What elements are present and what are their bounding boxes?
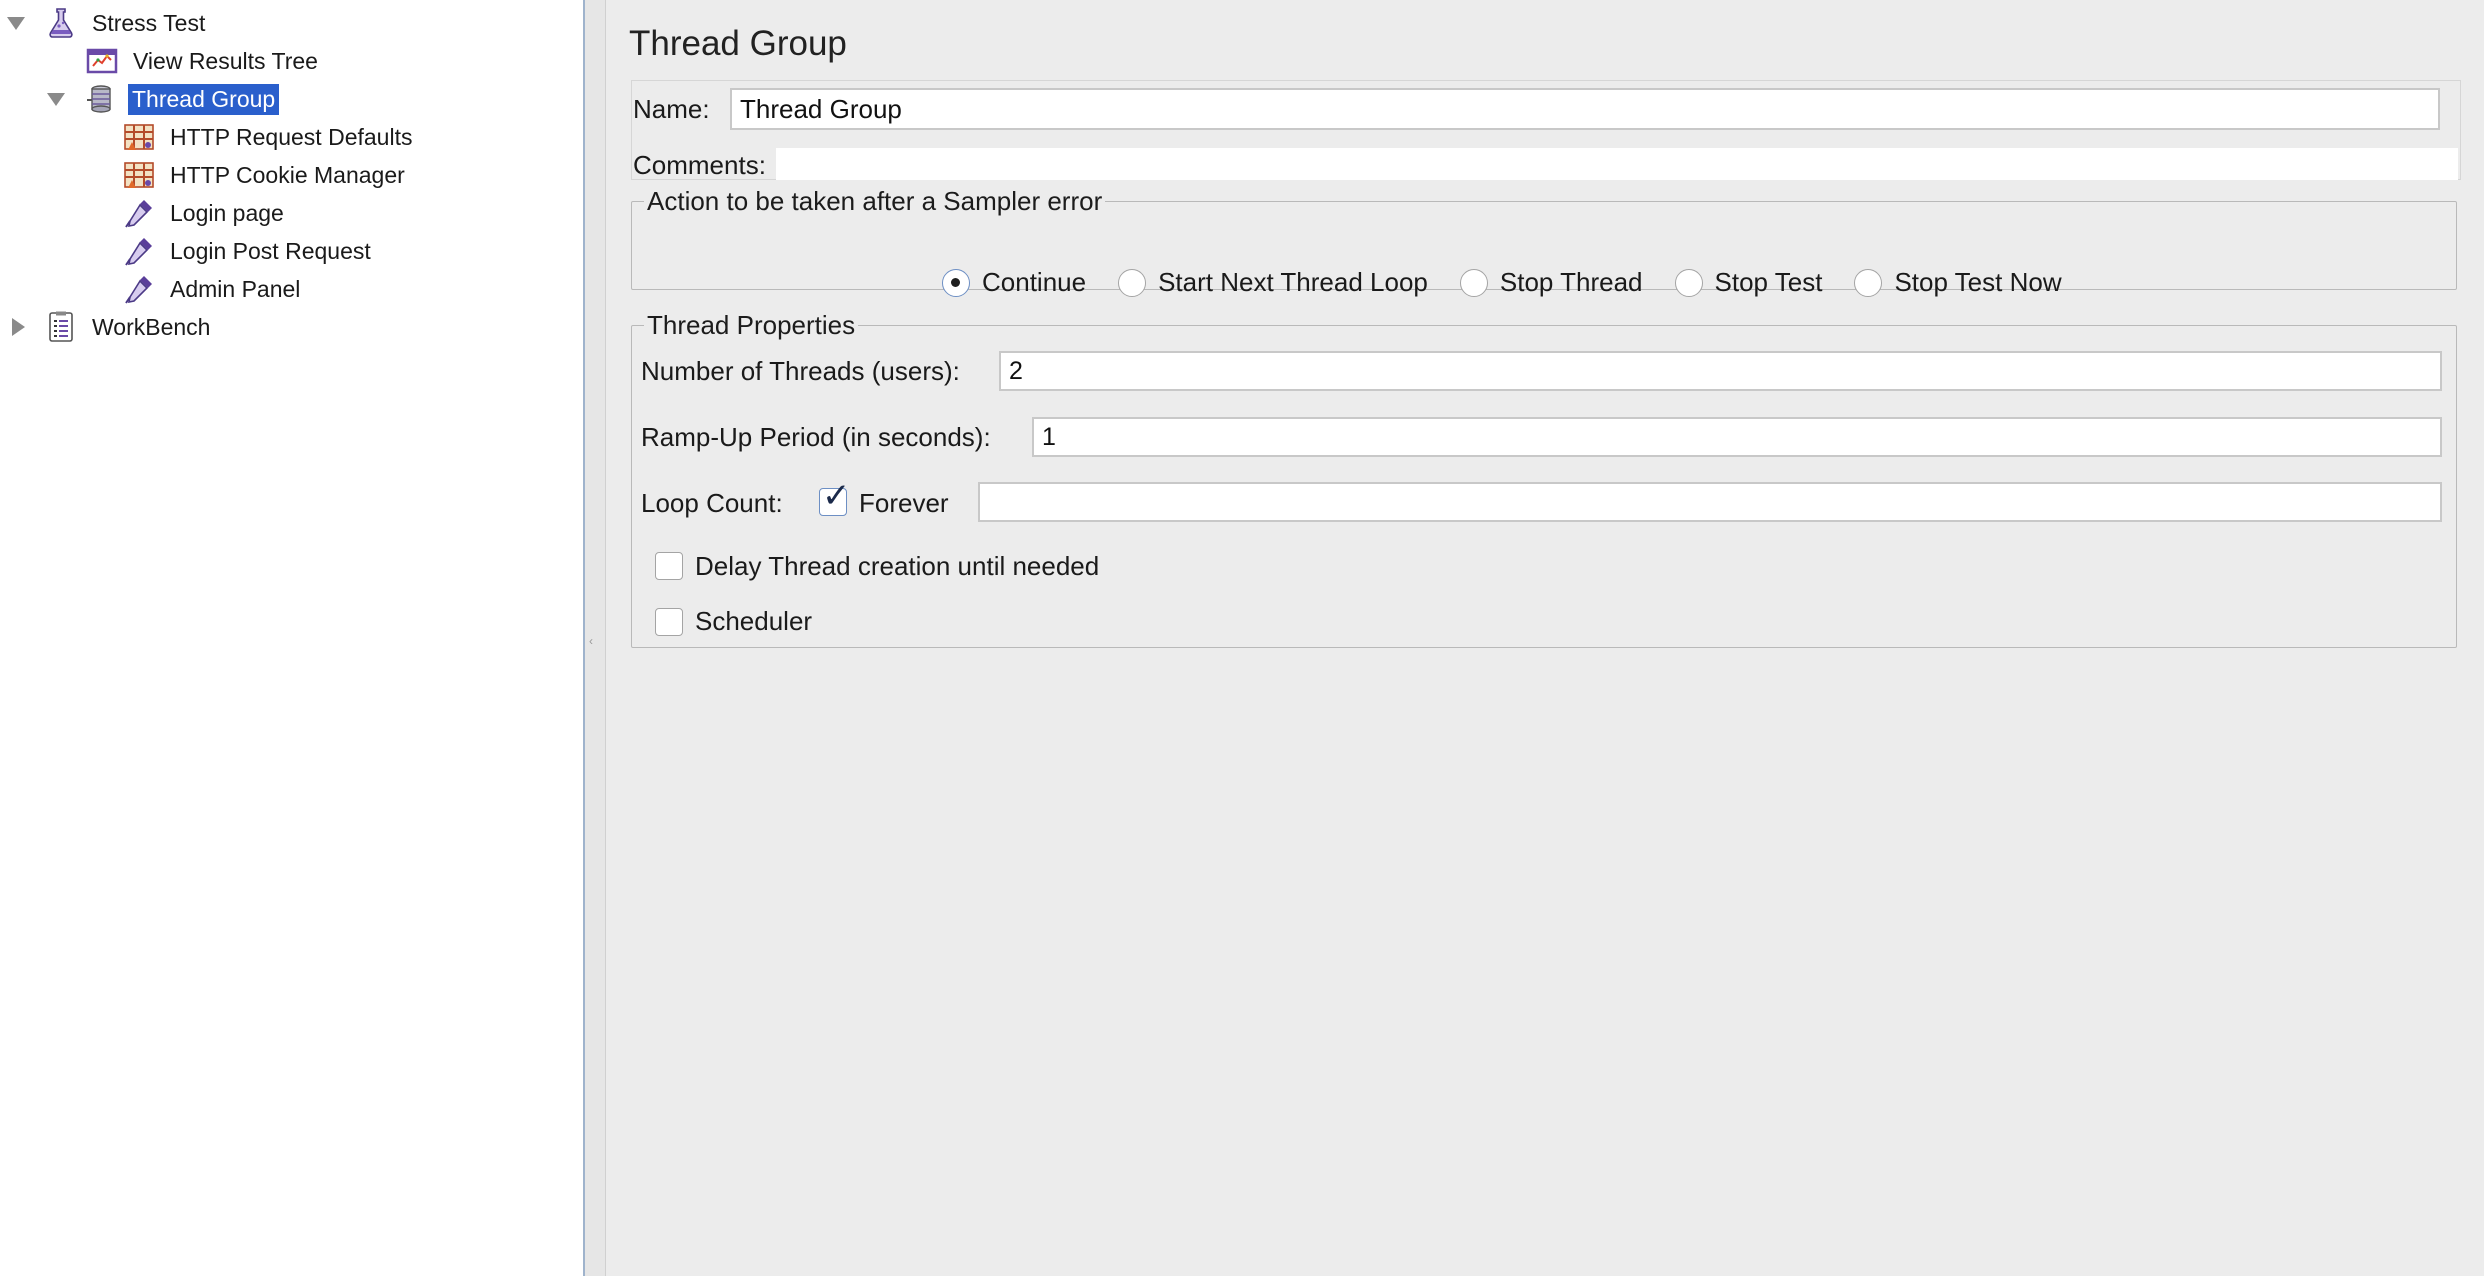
sampler-error-group: Action to be taken after a Sampler error… — [631, 186, 2457, 297]
radio-label: Start Next Thread Loop — [1158, 267, 1428, 297]
collapse-toggle-icon[interactable] — [12, 318, 25, 336]
sampler-pipette-icon — [122, 272, 156, 306]
rampup-input[interactable] — [1032, 417, 2442, 457]
expand-toggle-icon[interactable] — [47, 93, 65, 106]
rampup-label: Ramp-Up Period (in seconds): — [641, 422, 991, 452]
tree-node-thread-group[interactable]: Thread Group — [0, 80, 280, 118]
tree-node-view-results-tree[interactable]: View Results Tree — [0, 42, 322, 80]
sampler-pipette-icon — [122, 196, 156, 230]
loop-count-label: Loop Count: — [641, 488, 783, 518]
scheduler-checkbox[interactable] — [655, 608, 683, 636]
test-plan-tree[interactable]: Stress Test View Results Tree Thread Gro… — [0, 0, 585, 1276]
comments-label: Comments: — [633, 150, 766, 180]
threads-input[interactable] — [999, 351, 2442, 391]
tree-node-http-request-defaults[interactable]: HTTP Request Defaults — [0, 118, 416, 156]
scheduler-label: Scheduler — [695, 606, 813, 636]
expand-toggle-icon[interactable] — [7, 17, 25, 30]
sampler-error-legend: Action to be taken after a Sampler error — [647, 186, 1103, 216]
tree-node-http-cookie-manager[interactable]: HTTP Cookie Manager — [0, 156, 409, 194]
tree-node-login-page[interactable]: Login page — [0, 194, 288, 232]
config-element-icon — [122, 120, 156, 154]
delay-thread-label: Delay Thread creation until needed — [695, 551, 1100, 581]
radio-button[interactable] — [1674, 268, 1703, 297]
tree-node-label: WorkBench — [92, 313, 211, 340]
tree-node-label: HTTP Request Defaults — [170, 123, 413, 150]
flask-icon — [44, 6, 78, 40]
radio-label: Stop Thread — [1499, 267, 1643, 297]
divider-grip-icon: ‹ — [589, 634, 593, 648]
threads-label: Number of Threads (users): — [641, 356, 960, 386]
radio-start-next-thread-loop[interactable]: Start Next Thread Loop — [1118, 267, 1428, 298]
name-input[interactable] — [730, 88, 2440, 130]
name-label: Name: — [633, 94, 710, 124]
tree-node-workbench[interactable]: WorkBench — [0, 308, 214, 346]
tree-node-stress-test[interactable]: Stress Test — [0, 4, 209, 42]
thread-group-icon — [84, 82, 118, 116]
tree-node-label: View Results Tree — [133, 47, 318, 74]
tree-node-label: HTTP Cookie Manager — [170, 161, 405, 188]
tree-node-label: Login Post Request — [170, 237, 371, 264]
tree-node-admin-panel[interactable]: Admin Panel — [0, 270, 304, 308]
checkmark-icon: ✓ — [822, 476, 851, 516]
tree-node-label: Thread Group — [128, 83, 280, 115]
radio-stop-test[interactable]: Stop Test — [1674, 267, 1823, 298]
radio-label: Stop Test — [1714, 267, 1823, 297]
forever-checkbox[interactable]: ✓ — [819, 479, 851, 516]
loop-count-input[interactable] — [978, 482, 2442, 522]
workbench-icon — [44, 310, 78, 344]
forever-label: Forever — [859, 488, 949, 518]
radio-button[interactable] — [1854, 268, 1883, 297]
tree-node-login-post-request[interactable]: Login Post Request — [0, 232, 375, 270]
results-tree-icon — [85, 44, 119, 78]
thread-properties-legend: Thread Properties — [647, 310, 856, 340]
radio-label: Continue — [982, 267, 1087, 297]
radio-button[interactable] — [942, 268, 970, 297]
sampler-pipette-icon — [122, 234, 156, 268]
radio-button[interactable] — [1118, 268, 1147, 297]
tree-node-label: Login page — [170, 199, 284, 226]
config-element-icon — [122, 158, 156, 192]
sampler-error-options: Continue Start Next Thread Loop Stop Thr… — [942, 267, 2094, 298]
radio-stop-test-now[interactable]: Stop Test Now — [1854, 267, 2062, 298]
tree-node-label: Stress Test — [92, 9, 206, 36]
split-pane-divider[interactable]: ‹ — [585, 0, 605, 1276]
thread-group-editor: Thread Group Name: Comments: Action to b… — [605, 0, 2484, 1276]
tree-node-label: Admin Panel — [170, 275, 301, 302]
comments-input[interactable] — [776, 148, 2458, 180]
radio-continue[interactable]: Continue — [942, 267, 1086, 298]
radio-button[interactable] — [1459, 268, 1488, 297]
page-title: Thread Group — [629, 24, 847, 63]
radio-stop-thread[interactable]: Stop Thread — [1459, 267, 1643, 298]
radio-label: Stop Test Now — [1894, 267, 2062, 297]
delay-thread-checkbox[interactable] — [655, 552, 683, 580]
